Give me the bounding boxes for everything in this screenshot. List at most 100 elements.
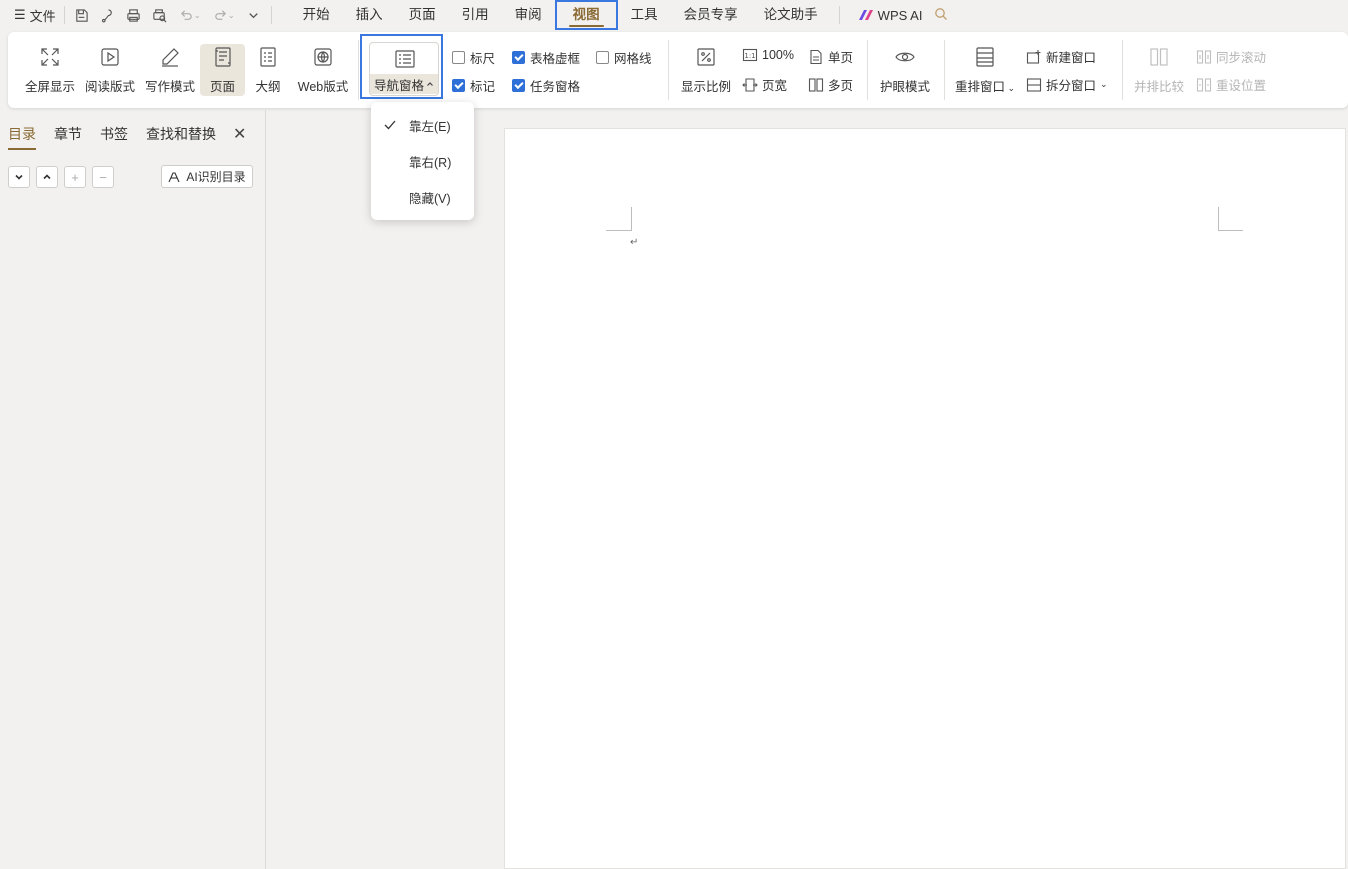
rearrange-icon bbox=[974, 44, 996, 70]
zoom-100-button[interactable]: 1:1 100% bbox=[742, 47, 794, 63]
chevron-down-icon: ⌄ bbox=[1100, 79, 1108, 89]
tab-sections[interactable]: 章节 bbox=[54, 124, 82, 144]
navigation-pane: 目录 章节 书签 查找和替换 ✕ + − AI识别目录 bbox=[0, 110, 266, 869]
tab-thesis-assistant[interactable]: 论文助手 bbox=[751, 0, 831, 30]
percent-icon bbox=[695, 44, 717, 70]
split-window-button[interactable]: 拆分窗口 ⌄ bbox=[1026, 75, 1108, 94]
minus-icon: − bbox=[99, 169, 107, 185]
wps-ai-label: WPS AI bbox=[877, 7, 923, 23]
divider bbox=[944, 40, 945, 100]
paragraph-mark: ↵ bbox=[630, 237, 639, 248]
tab-bookmarks[interactable]: 书签 bbox=[100, 124, 128, 144]
chevron-down-icon bbox=[15, 174, 23, 180]
divider bbox=[358, 40, 359, 100]
marks-checkbox[interactable]: 标记 bbox=[452, 76, 495, 95]
hamburger-icon: ☰ bbox=[14, 7, 26, 22]
multi-page-button[interactable]: 多页 bbox=[808, 75, 853, 94]
web-layout-button[interactable]: Web版式 bbox=[294, 32, 352, 96]
fullscreen-icon bbox=[39, 44, 61, 70]
quick-access-toolbar: ⌄ ⌄ bbox=[73, 6, 263, 24]
collapse-button[interactable] bbox=[36, 166, 58, 188]
ruler-checkbox[interactable]: 标尺 bbox=[452, 48, 495, 67]
tab-tools[interactable]: 工具 bbox=[618, 0, 671, 30]
svg-text:1:1: 1:1 bbox=[744, 52, 755, 60]
reading-layout-button[interactable]: 阅读版式 bbox=[82, 32, 138, 96]
menu-item-dock-left[interactable]: 靠左(E) bbox=[371, 110, 474, 140]
highlight-box bbox=[360, 34, 443, 99]
expand-button[interactable] bbox=[8, 166, 30, 188]
writing-mode-button[interactable]: 写作模式 bbox=[142, 32, 198, 96]
format-painter-icon[interactable] bbox=[99, 6, 117, 24]
save-icon[interactable] bbox=[73, 6, 91, 24]
ai-recognize-toc-button[interactable]: AI识别目录 bbox=[161, 165, 253, 188]
divider bbox=[270, 6, 272, 24]
page-icon bbox=[212, 44, 234, 70]
tab-references[interactable]: 引用 bbox=[449, 0, 502, 30]
checkbox-unchecked bbox=[452, 51, 465, 64]
divider bbox=[63, 6, 65, 24]
fullscreen-button[interactable]: 全屏显示 bbox=[20, 32, 80, 96]
new-window-button[interactable]: 新建窗口 bbox=[1026, 47, 1096, 66]
reset-position-button[interactable]: 重设位置 bbox=[1196, 75, 1266, 94]
crop-mark-left bbox=[606, 207, 632, 231]
divider bbox=[668, 40, 669, 100]
undo-icon[interactable]: ⌄ bbox=[177, 6, 203, 24]
close-icon[interactable]: ✕ bbox=[233, 124, 246, 144]
menu-item-dock-right[interactable]: 靠右(R) bbox=[371, 146, 474, 176]
tab-toc[interactable]: 目录 bbox=[8, 124, 36, 150]
nav-pane-dropdown-menu: 靠左(E) 靠右(R) 隐藏(V) bbox=[371, 102, 474, 220]
tab-review[interactable]: 审阅 bbox=[502, 0, 555, 30]
gridlines-checkbox[interactable]: 网格线 bbox=[596, 48, 652, 67]
ai-icon bbox=[168, 171, 180, 182]
zoom-button[interactable]: 显示比例 bbox=[678, 32, 734, 96]
remove-button[interactable]: − bbox=[92, 166, 114, 188]
page-width-icon bbox=[742, 77, 758, 92]
tab-page[interactable]: 页面 bbox=[396, 0, 449, 30]
table-gridlines-checkbox[interactable]: 表格虚框 bbox=[512, 48, 580, 67]
tab-member[interactable]: 会员专享 bbox=[671, 0, 751, 30]
rearrange-window-button[interactable]: 重排窗口 ⌄ bbox=[952, 32, 1018, 96]
eye-care-button[interactable]: 护眼模式 bbox=[876, 32, 934, 96]
one-to-one-icon: 1:1 bbox=[742, 48, 758, 62]
checkmark-icon bbox=[371, 120, 409, 130]
print-preview-icon[interactable] bbox=[151, 6, 169, 24]
task-pane-checkbox[interactable]: 任务窗格 bbox=[512, 76, 580, 95]
tab-view[interactable]: 视图 bbox=[554, 0, 618, 30]
eye-icon bbox=[894, 44, 916, 70]
menu-item-hide[interactable]: 隐藏(V) bbox=[371, 182, 474, 212]
search-icon[interactable] bbox=[934, 7, 948, 24]
file-menu[interactable]: ☰ 文件 bbox=[14, 6, 56, 25]
divider bbox=[838, 6, 840, 24]
tab-find-replace[interactable]: 查找和替换 bbox=[146, 124, 216, 144]
single-page-icon bbox=[810, 49, 822, 64]
wps-ai-button[interactable]: WPS AI bbox=[858, 7, 923, 23]
checkbox-checked bbox=[512, 79, 525, 92]
ribbon-tabs: 开始 插入 页面 引用 审阅 视图 工具 会员专享 论文助手 bbox=[290, 0, 831, 30]
add-button[interactable]: + bbox=[64, 166, 86, 188]
new-window-icon bbox=[1026, 49, 1041, 64]
redo-icon[interactable]: ⌄ bbox=[211, 6, 237, 24]
page-layout-button[interactable]: 页面 bbox=[200, 44, 245, 96]
chevron-up-icon bbox=[43, 174, 51, 180]
crop-mark-right bbox=[1218, 207, 1243, 231]
reset-position-icon bbox=[1196, 77, 1212, 92]
tab-insert[interactable]: 插入 bbox=[343, 0, 396, 30]
more-chevron-icon[interactable] bbox=[245, 6, 263, 24]
globe-icon bbox=[312, 44, 334, 70]
side-by-side-button[interactable]: 并排比较 bbox=[1130, 32, 1188, 96]
file-menu-label: 文件 bbox=[29, 8, 56, 24]
split-window-icon bbox=[1026, 77, 1042, 92]
divider bbox=[1122, 40, 1123, 100]
single-page-button[interactable]: 单页 bbox=[808, 47, 853, 66]
wps-ai-icon bbox=[858, 10, 873, 20]
top-menu-bar: ☰ 文件 ⌄ ⌄ 开始 插入 页面 引用 审阅 视图 工具 会员专享 论文助手 … bbox=[0, 0, 1348, 30]
play-icon bbox=[99, 44, 121, 70]
outline-button[interactable]: 大纲 bbox=[248, 32, 288, 96]
tab-home[interactable]: 开始 bbox=[290, 0, 343, 30]
multi-page-icon bbox=[808, 77, 824, 92]
checkbox-unchecked bbox=[596, 51, 609, 64]
checkbox-checked bbox=[452, 79, 465, 92]
print-icon[interactable] bbox=[125, 6, 143, 24]
sync-scroll-button[interactable]: 同步滚动 bbox=[1196, 47, 1266, 66]
page-width-button[interactable]: 页宽 bbox=[742, 75, 787, 94]
